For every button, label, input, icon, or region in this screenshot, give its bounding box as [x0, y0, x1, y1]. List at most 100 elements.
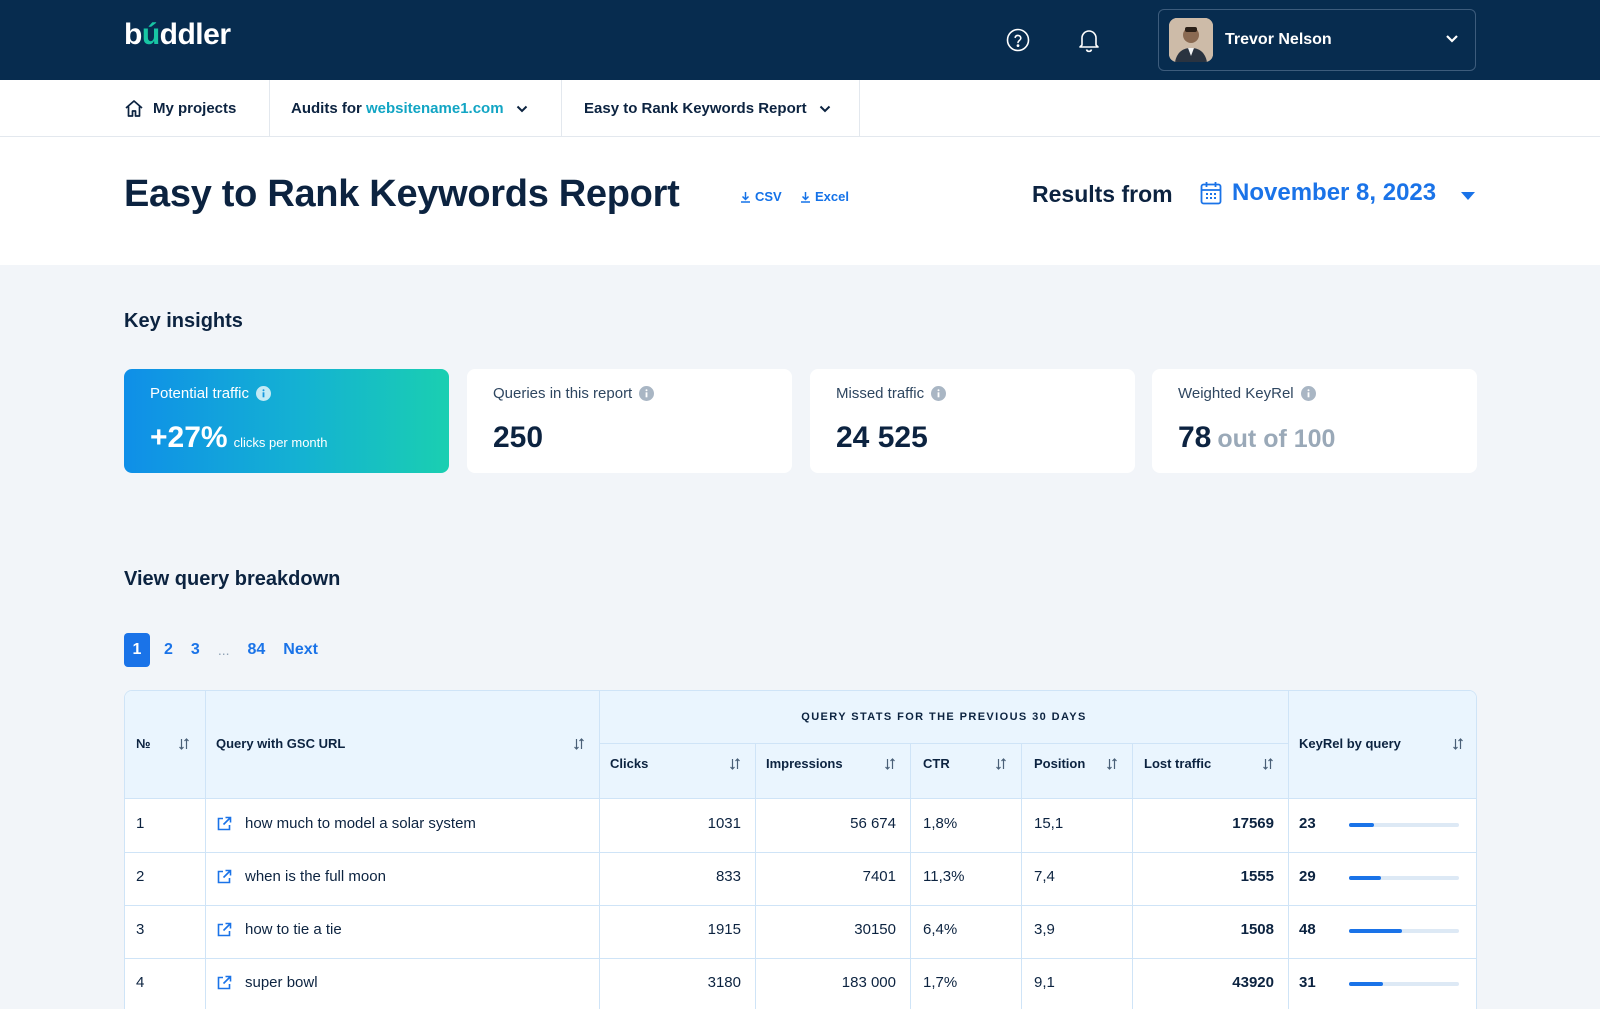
column-header-query[interactable]: Query with GSC URL	[216, 736, 345, 751]
info-icon[interactable]	[1300, 386, 1316, 401]
nav-divider	[561, 80, 562, 137]
insight-card-missed-traffic: Missed traffic 24 525	[810, 369, 1135, 473]
breadcrumb-my-projects[interactable]: My projects	[124, 80, 236, 137]
pagination: 1 2 3 ... 84 Next	[124, 633, 336, 667]
sort-icon[interactable]	[1262, 758, 1274, 770]
results-date-picker[interactable]: November 8, 2023	[1232, 179, 1436, 207]
clicks-cell: 1031	[707, 815, 741, 832]
lost-traffic-cell: 1555	[1240, 868, 1274, 885]
avatar	[1169, 18, 1213, 62]
column-header-impressions[interactable]: Impressions	[766, 756, 843, 771]
audits-prefix: Audits for	[291, 100, 366, 117]
column-header-lost-traffic[interactable]: Lost traffic	[1144, 756, 1211, 771]
info-icon[interactable]	[931, 386, 947, 401]
row-divider	[125, 958, 1476, 959]
my-projects-label: My projects	[153, 100, 237, 117]
logo-text-accent: ú	[141, 18, 160, 51]
chevron-down-icon[interactable]	[1445, 34, 1459, 44]
caret-down-icon[interactable]	[1460, 191, 1476, 201]
insight-value: +27% clicks per month	[150, 421, 328, 455]
page-button-last[interactable]: 84	[247, 641, 265, 659]
column-group-header: QUERY STATS FOR THE PREVIOUS 30 DAYS	[801, 711, 1087, 723]
clicks-cell: 833	[715, 868, 741, 885]
column-header-clicks[interactable]: Clicks	[610, 756, 648, 771]
sort-icon[interactable]	[1452, 738, 1464, 750]
query-text: when is the full moon	[245, 868, 386, 885]
sort-icon[interactable]	[178, 738, 190, 750]
keyrel-cell: 31	[1299, 974, 1316, 991]
user-menu[interactable]: Trevor Nelson	[1158, 9, 1476, 71]
help-circle-icon[interactable]	[1006, 28, 1030, 52]
query-text: super bowl	[245, 974, 318, 991]
page-button-2[interactable]: 2	[164, 641, 173, 659]
page-button-3[interactable]: 3	[191, 641, 200, 659]
download-excel-link[interactable]: Excel	[800, 189, 849, 204]
column-header-no[interactable]: №	[136, 736, 151, 751]
page-button-1[interactable]: 1	[124, 633, 150, 667]
impressions-cell: 56 674	[850, 815, 896, 832]
potential-traffic-suffix: clicks per month	[233, 435, 328, 450]
nav-divider	[269, 80, 270, 137]
lost-traffic-cell: 17569	[1232, 815, 1274, 832]
column-header-position[interactable]: Position	[1034, 756, 1085, 771]
sort-icon[interactable]	[995, 758, 1007, 770]
weighted-keyrel-suffix: out of 100	[1217, 425, 1336, 453]
calendar-icon[interactable]	[1200, 181, 1222, 205]
buddler-logo[interactable]: búddler	[124, 18, 231, 52]
column-divider	[1288, 691, 1289, 1009]
query-text: how much to model a solar system	[245, 815, 476, 832]
insight-card-weighted-keyrel: Weighted KeyRel 78 out of 100	[1152, 369, 1477, 473]
key-insights-title: Key insights	[124, 310, 243, 332]
breadcrumb-audits[interactable]: Audits for websitename1.com	[291, 80, 528, 137]
insight-label: Queries in this report	[493, 385, 655, 402]
potential-traffic-label: Potential traffic	[150, 385, 249, 402]
report-label: Easy to Rank Keywords Report	[584, 100, 807, 117]
info-icon[interactable]	[255, 386, 271, 401]
home-icon	[125, 100, 143, 117]
download-icon	[741, 191, 750, 203]
lost-traffic-cell: 43920	[1232, 974, 1274, 991]
next-page-button[interactable]: Next	[283, 641, 318, 659]
query-breakdown-title: View query breakdown	[124, 568, 341, 590]
logo-text-start: b	[124, 18, 142, 51]
external-link-icon[interactable]	[216, 816, 232, 832]
keyrel-bar	[1349, 982, 1459, 986]
sort-icon[interactable]	[884, 758, 896, 770]
external-link-icon[interactable]	[216, 922, 232, 938]
insight-label: Missed traffic	[836, 385, 947, 402]
download-icon	[801, 191, 810, 203]
impressions-cell: 183 000	[841, 974, 896, 991]
sort-icon[interactable]	[1106, 758, 1118, 770]
sort-icon[interactable]	[573, 738, 585, 750]
row-divider	[125, 905, 1476, 906]
chevron-down-icon	[819, 105, 830, 112]
column-header-keyrel[interactable]: KeyRel by query	[1299, 736, 1401, 751]
breadcrumb-report[interactable]: Easy to Rank Keywords Report	[584, 80, 831, 137]
top-bar: búddler Trevor Nelson	[0, 0, 1600, 80]
info-icon[interactable]	[639, 386, 655, 401]
query-text: how to tie a tie	[245, 921, 342, 938]
nav-divider	[859, 80, 860, 137]
download-csv-link[interactable]: CSV	[740, 189, 782, 204]
pagination-ellipsis: ...	[217, 642, 230, 658]
chevron-down-icon	[516, 105, 527, 112]
keyrel-cell: 29	[1299, 868, 1316, 885]
insight-card-potential-traffic: Potential traffic +27% clicks per month	[124, 369, 449, 473]
keyrel-bar	[1349, 823, 1459, 827]
column-divider	[599, 691, 600, 1009]
missed-traffic-label: Missed traffic	[836, 385, 925, 402]
audits-site: websitename1.com	[366, 100, 504, 117]
csv-label: CSV	[755, 189, 782, 204]
ctr-cell: 6,4%	[923, 921, 958, 938]
insight-label: Potential traffic	[150, 385, 271, 402]
external-link-icon[interactable]	[216, 869, 232, 885]
external-link-icon[interactable]	[216, 975, 232, 991]
column-header-ctr[interactable]: CTR	[923, 756, 950, 771]
position-cell: 3,9	[1034, 921, 1055, 938]
sort-icon[interactable]	[729, 758, 741, 770]
keyrel-bar-fill	[1349, 823, 1375, 827]
clicks-cell: 3180	[707, 974, 741, 991]
bell-icon[interactable]	[1078, 27, 1100, 53]
potential-traffic-value: +27%	[150, 421, 228, 454]
row-number: 1	[136, 815, 145, 832]
